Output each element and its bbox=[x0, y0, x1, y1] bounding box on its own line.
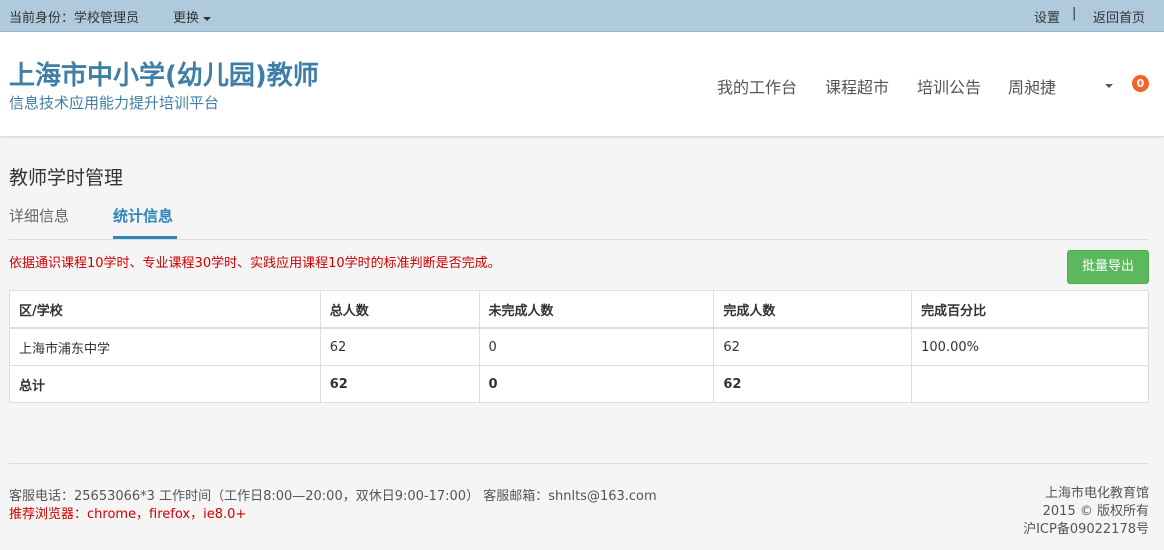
footer-icp[interactable]: 沪ICP备09022178号 bbox=[1023, 521, 1149, 539]
tab-detail-info[interactable]: 详细信息 bbox=[9, 205, 69, 226]
col-header-percent: 完成百分比 bbox=[911, 290, 1149, 329]
nav-training-notices[interactable]: 培训公告 bbox=[917, 74, 981, 98]
nav-user-name[interactable]: 周昶捷 bbox=[1008, 74, 1056, 98]
col-header-incomplete: 未完成人数 bbox=[478, 290, 715, 329]
site-title[interactable]: 上海市中小学(幼儿园)教师 bbox=[9, 55, 319, 92]
footer-org: 上海市电化教育馆 bbox=[1044, 486, 1149, 501]
footer-browser-recommendation: 推荐浏览器：chrome，firefox，ie8.0+ bbox=[9, 507, 247, 522]
notification-badge[interactable]: 0 bbox=[1132, 75, 1149, 92]
cell-percent: 100.00% bbox=[911, 327, 1149, 366]
footer-copyright-block: 上海市电化教育馆 2015 © 版权所有 沪ICP备09022178号 bbox=[1023, 485, 1149, 539]
cell-school: 上海市浦东中学 bbox=[9, 327, 321, 366]
total-incomplete: 0 bbox=[478, 365, 715, 403]
cell-incomplete: 0 bbox=[478, 327, 715, 366]
statistics-table: 区/学校 总人数 未完成人数 完成人数 完成百分比 上海市浦东中学 62 0 6… bbox=[9, 290, 1149, 403]
home-link[interactable]: 返回首页 bbox=[1093, 7, 1145, 26]
user-menu-chevron-icon[interactable] bbox=[1105, 84, 1113, 88]
table-total-row: 总计 62 0 62 bbox=[9, 365, 1149, 403]
col-header-total: 总人数 bbox=[319, 290, 480, 329]
footer-divider bbox=[9, 463, 1149, 464]
col-header-school: 区/学校 bbox=[9, 290, 321, 329]
footer-contact-info: 客服电话：25653066*3 工作时间（工作日8:00—20:00，双休日9:… bbox=[9, 489, 657, 504]
cell-complete: 62 bbox=[713, 327, 913, 366]
footer-copyright: 2015 © 版权所有 bbox=[1042, 504, 1149, 519]
table-row: 上海市浦东中学 62 0 62 100.00% bbox=[9, 327, 1149, 366]
table-header-row: 区/学校 总人数 未完成人数 完成人数 完成百分比 bbox=[9, 290, 1149, 329]
total-percent bbox=[911, 365, 1149, 403]
current-identity: 当前身份：学校管理员 bbox=[9, 11, 140, 26]
cell-total: 62 bbox=[319, 327, 480, 366]
total-label: 总计 bbox=[9, 365, 321, 403]
topbar-separator: | bbox=[1072, 6, 1077, 21]
tab-statistics[interactable]: 统计信息 bbox=[113, 205, 173, 226]
nav-course-market[interactable]: 课程超市 bbox=[825, 74, 889, 98]
tabs-divider bbox=[9, 239, 1149, 240]
settings-link[interactable]: 设置 bbox=[1034, 7, 1060, 26]
site-header: 上海市中小学(幼儿园)教师 信息技术应用能力提升培训平台 我的工作台 课程超市 … bbox=[0, 32, 1164, 137]
total-complete: 62 bbox=[713, 365, 913, 403]
change-identity-button[interactable]: 更换 bbox=[173, 7, 212, 26]
top-bar: 当前身份：学校管理员 更换 设置 | 返回首页 bbox=[0, 0, 1164, 32]
site-subtitle: 信息技术应用能力提升培训平台 bbox=[9, 94, 220, 112]
nav-my-workbench[interactable]: 我的工作台 bbox=[717, 74, 797, 98]
total-count: 62 bbox=[319, 365, 480, 403]
chevron-down-icon bbox=[203, 16, 212, 21]
page-title: 教师学时管理 bbox=[9, 167, 124, 189]
col-header-complete: 完成人数 bbox=[713, 290, 913, 329]
change-identity-label: 更换 bbox=[173, 11, 200, 26]
batch-export-button[interactable]: 批量导出 bbox=[1067, 250, 1149, 284]
completion-rule-notice: 依据通识课程10学时、专业课程30学时、实践应用课程10学时的标准判断是否完成。 bbox=[9, 256, 501, 271]
